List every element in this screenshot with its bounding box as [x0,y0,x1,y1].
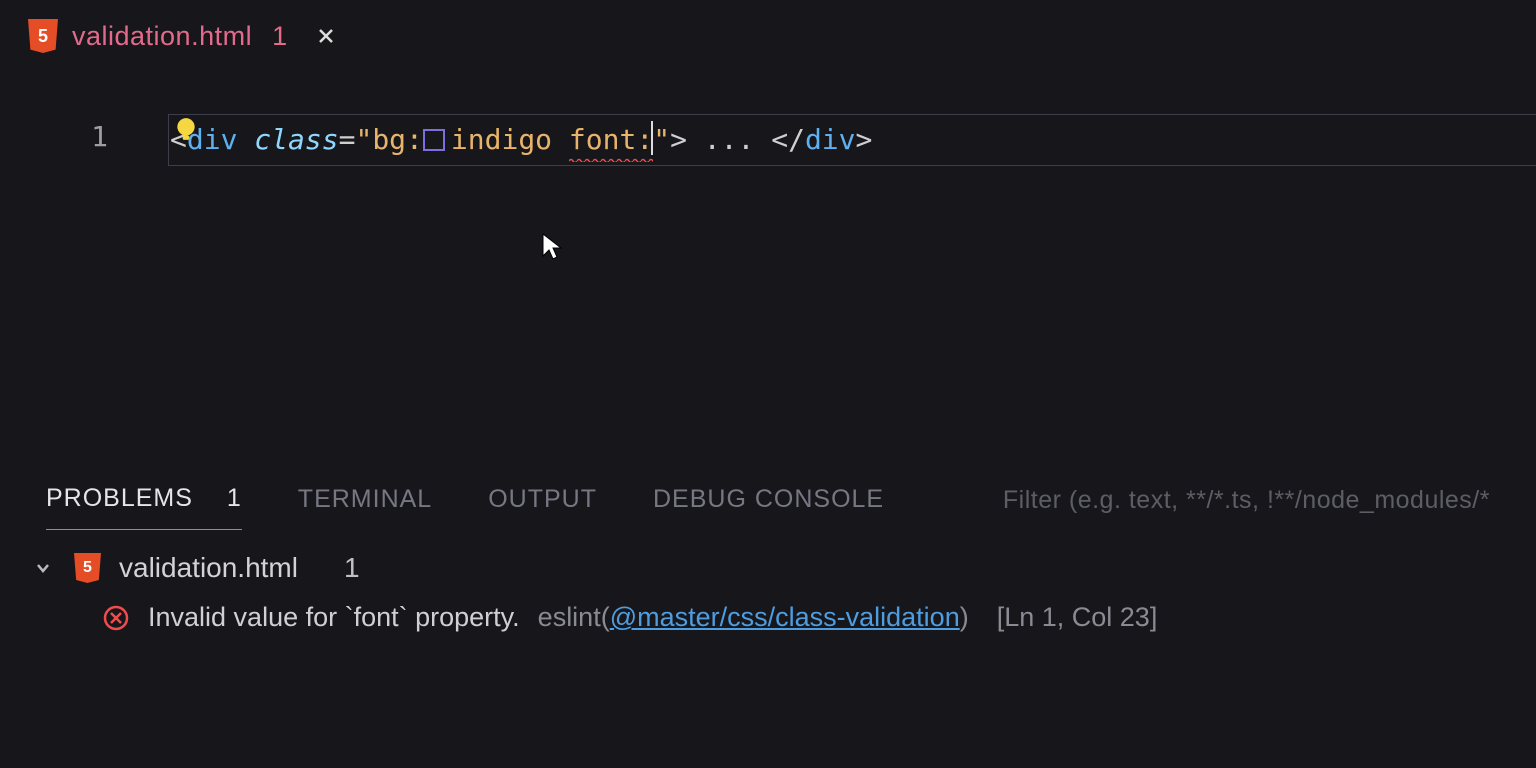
problem-message: Invalid value for `font` property. [148,602,520,633]
tab-problem-count: 1 [272,21,287,52]
bottom-panel: PROBLEMS 1 TERMINAL OUTPUT DEBUG CONSOLE… [0,468,1536,633]
inner-content: ... [687,123,771,156]
tab-problems[interactable]: PROBLEMS 1 [46,470,242,530]
chevron-down-icon[interactable] [30,555,56,581]
class-bg-prefix: bg: [372,123,423,156]
line-gutter: 1 [0,72,170,468]
code-line[interactable]: <div class="bg:indigo font:"> ... </div> [170,120,1536,160]
tag-name-close: div [805,123,856,156]
problem-rule-link[interactable]: @master/css/class-validation [610,602,960,632]
code-editor[interactable]: 1 <div class="bg:indigo font:"> ... </di… [0,72,1536,468]
mouse-cursor-icon [540,232,564,267]
line-number: 1 [0,120,108,153]
problem-item[interactable]: Invalid value for `font` property. eslin… [30,584,1506,633]
tab-problems-label: PROBLEMS [46,484,193,512]
close-icon[interactable] [315,25,337,47]
problem-file-row[interactable]: 5 validation.html 1 [30,552,1506,584]
tab-bar: 5 validation.html 1 [0,0,1536,72]
tab-filename: validation.html [72,21,252,52]
html5-icon: 5 [28,19,58,53]
html5-icon: 5 [74,553,101,583]
problem-source: eslint [538,602,601,632]
problems-list: 5 validation.html 1 Invalid value for `f… [0,532,1536,633]
problems-badge: 1 [227,484,242,513]
problem-file-count: 1 [344,552,360,584]
error-icon [102,604,130,632]
filter-input[interactable]: Filter (e.g. text, **/*.ts, !**/node_mod… [1003,486,1490,515]
lightbulb-icon[interactable] [173,116,199,142]
editor-tab[interactable]: 5 validation.html 1 [22,13,351,59]
tab-debug-console[interactable]: DEBUG CONSOLE [653,471,884,530]
tab-terminal[interactable]: TERMINAL [298,471,432,530]
problem-location: [Ln 1, Col 23] [997,602,1158,633]
class-bg-color: indigo [451,123,552,156]
problem-file-name: validation.html [119,552,298,584]
color-swatch-icon[interactable] [423,129,445,151]
tab-output[interactable]: OUTPUT [488,471,597,530]
class-font-invalid: font: [569,123,653,162]
panel-tabs: PROBLEMS 1 TERMINAL OUTPUT DEBUG CONSOLE… [0,468,1536,532]
attr-class: class [254,123,338,156]
